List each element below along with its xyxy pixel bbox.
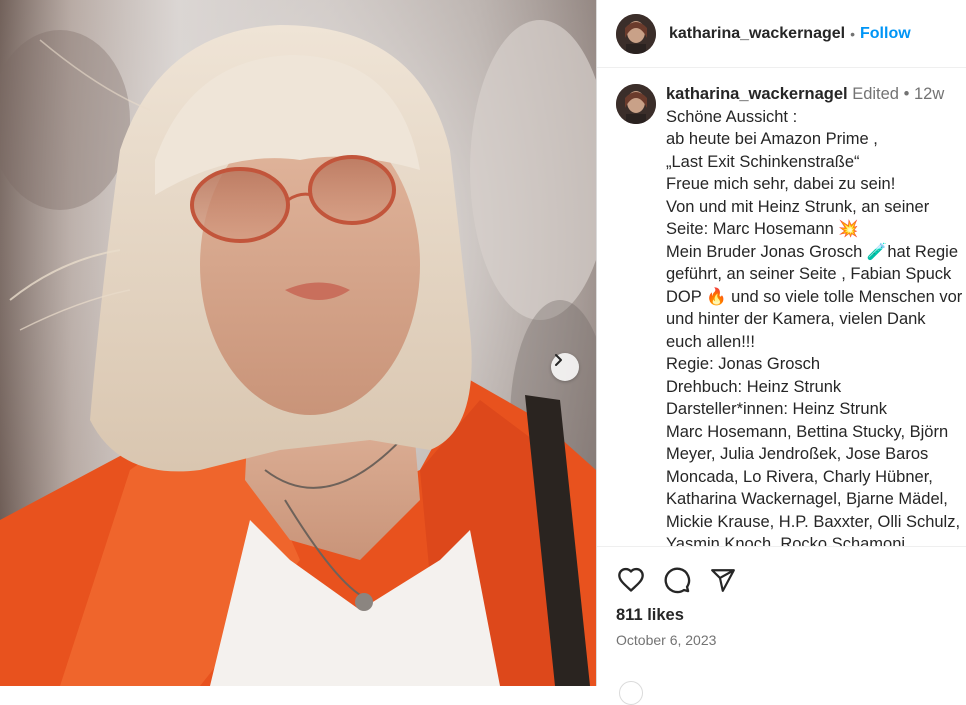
post-actions: 811 likes October 6, 2023 (597, 546, 966, 705)
caption-line: Freue mich sehr, dabei zu sein! (666, 175, 896, 193)
caption-line: geführt, an seiner Seite , Fabian Spuck (666, 265, 952, 283)
caption-line: Mein Bruder Jonas Grosch 🧪hat Regie (666, 242, 959, 261)
avatar[interactable] (616, 13, 656, 54)
caption-line: Drehbuch: Heinz Strunk (666, 377, 842, 396)
caption-line: Mickie Krause, H.P. Baxxter, Olli Schulz… (666, 512, 961, 531)
post-photo (0, 0, 596, 686)
share-icon[interactable] (708, 565, 738, 595)
comment-avatar-placeholder (619, 681, 643, 705)
caption-meta: katharina_wackernagel Edited • 12w (666, 83, 966, 106)
caption-line: Von und mit Heinz Strunk, an seiner (666, 197, 930, 216)
caption-line: Seite: Marc Hosemann 💥 (666, 220, 859, 238)
caption-text: katharina_wackernagel Edited • 12w Schön… (666, 83, 966, 546)
caption-line: Yasmin Knoch, Rocko Schamoni (666, 535, 906, 546)
caption-area: katharina_wackernagel Edited • 12w Schön… (597, 68, 966, 546)
caption-line: Schöne Aussicht : (666, 107, 798, 126)
separator-dot: • (850, 25, 855, 42)
caption-avatar-wrap (616, 82, 656, 124)
portrait-image (0, 0, 596, 686)
post-header: katharina_wackernagel • Follow (597, 0, 966, 68)
caption-avatar[interactable] (616, 84, 656, 124)
caption-line: Meyer, Julia Jendroßek, Jose Baros (666, 445, 929, 463)
caption-line: ab heute bei Amazon Prime , (666, 130, 878, 148)
action-icons (616, 565, 738, 595)
caption-line: und hinter der Kamera, vielen Dank (666, 310, 926, 328)
post-side-panel: katharina_wackernagel • Follow katharina… (596, 0, 966, 705)
heart-icon[interactable] (616, 565, 646, 595)
post-date[interactable]: October 6, 2023 (616, 632, 716, 648)
caption-line: euch allen!!! (666, 332, 755, 351)
edited-label: Edited (852, 85, 899, 103)
post-age[interactable]: 12w (914, 85, 944, 103)
caption-line: „Last Exit Schinkenstraße“ (666, 152, 860, 171)
like-count[interactable]: 811 likes (616, 606, 684, 625)
caption-username[interactable]: katharina_wackernagel (666, 85, 848, 103)
post-username[interactable]: katharina_wackernagel (669, 25, 845, 43)
comment-icon[interactable] (662, 565, 692, 595)
follow-button[interactable]: Follow (860, 25, 911, 43)
caption-line: DOP 🔥 und so viele tolle Menschen vor (666, 287, 963, 306)
next-image-button[interactable] (551, 353, 579, 381)
caption-line: Katharina Wackernagel, Bjarne Mädel, (666, 490, 948, 508)
caption-line: Marc Hosemann, Bettina Stucky, Björn (666, 422, 949, 441)
caption-line: Regie: Jonas Grosch (666, 355, 821, 373)
caption-line: Darsteller*innen: Heinz Strunk (666, 400, 888, 418)
caption-line: Moncada, Lo Rivera, Charly Hübner, (666, 467, 933, 486)
